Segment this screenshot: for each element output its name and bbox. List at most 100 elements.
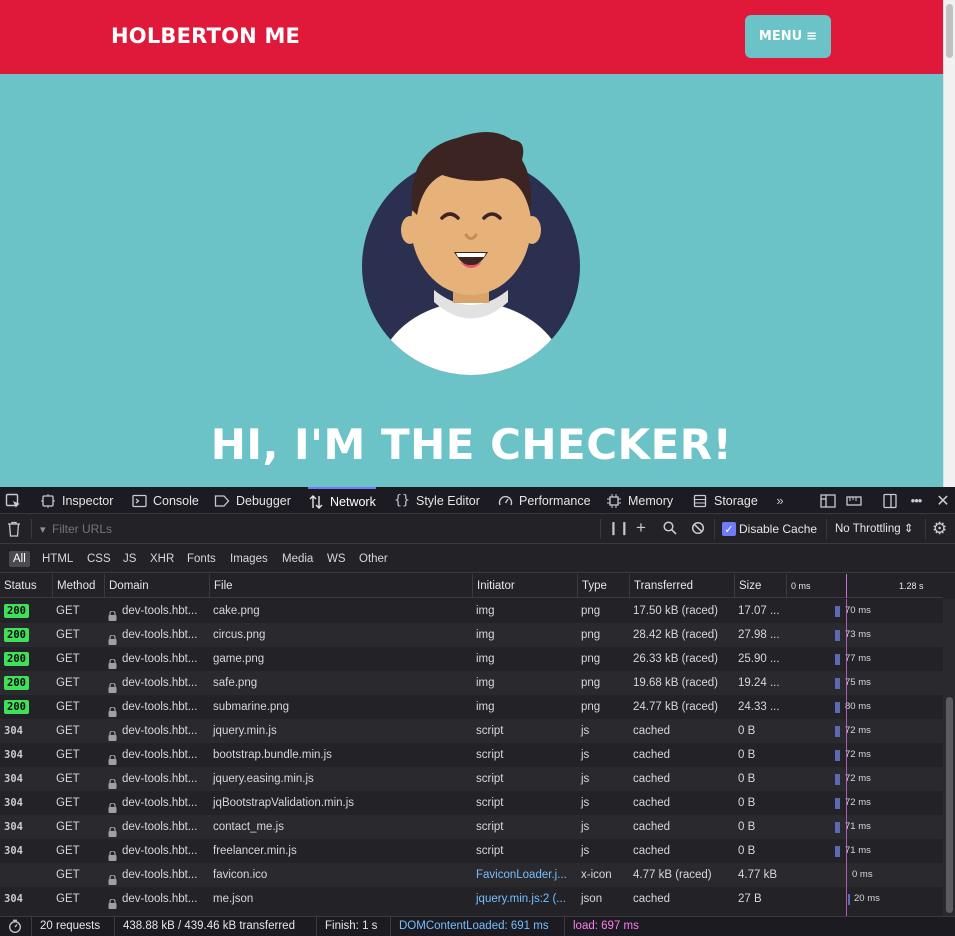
request-row[interactable]: GET dev-tools.hbt... favicon.ico FaviconLoa… bbox=[0, 863, 943, 887]
tab-memory[interactable]: Memory bbox=[606, 487, 673, 514]
request-row[interactable]: 200 GET dev-tools.hbt... circus.png img png 28… bbox=[0, 623, 943, 647]
column-waterfall[interactable]: 0 ms 1.28 s bbox=[786, 574, 943, 598]
request-transferred-text: cached bbox=[633, 725, 671, 737]
request-status: 304 bbox=[0, 743, 52, 767]
tab-network[interactable]: Network bbox=[308, 487, 376, 514]
request-transferred: cached bbox=[629, 791, 734, 815]
request-file: safe.png bbox=[209, 671, 472, 695]
column-transferred[interactable]: Transferred bbox=[629, 574, 693, 598]
type-filter-images[interactable]: Images bbox=[226, 551, 272, 567]
column-size[interactable]: Size bbox=[734, 574, 761, 598]
search-icon[interactable] bbox=[663, 521, 677, 538]
throttling-select[interactable]: No Throttling ⇕ bbox=[835, 521, 913, 535]
summary-transferred: 438.88 kB / 439.46 kB transferred bbox=[114, 917, 295, 936]
ruler-button[interactable] bbox=[846, 487, 862, 514]
tab-style-editor[interactable]: {} Style Editor bbox=[394, 487, 480, 514]
filter-urls-input[interactable] bbox=[52, 520, 592, 538]
request-row[interactable]: 304 GET dev-tools.hbt... bootstrap.bundle.m… bbox=[0, 743, 943, 767]
type-filter-js[interactable]: JS bbox=[119, 551, 140, 567]
column-type[interactable]: Type bbox=[577, 574, 607, 598]
request-initiator-text: script bbox=[476, 725, 504, 737]
tab-console[interactable]: Console bbox=[131, 487, 199, 514]
block-icon[interactable] bbox=[691, 521, 705, 538]
lock-icon bbox=[108, 894, 117, 909]
request-file: bootstrap.bundle.min.js bbox=[209, 743, 472, 767]
request-size-text: 4.77 kB bbox=[738, 869, 777, 881]
dock-button[interactable] bbox=[882, 487, 898, 514]
website-scrollbar[interactable] bbox=[943, 0, 955, 487]
request-type-text: png bbox=[581, 677, 601, 689]
timing-bar bbox=[848, 894, 850, 905]
request-file: jquery.easing.min.js bbox=[209, 767, 472, 791]
style-editor-icon: {} bbox=[394, 493, 410, 508]
dock-side-icon bbox=[883, 493, 897, 508]
type-filter-media[interactable]: Media bbox=[278, 551, 317, 567]
disable-cache-checkbox[interactable]: ✓ bbox=[722, 522, 736, 536]
lock-icon bbox=[108, 870, 117, 885]
request-row[interactable]: 304 GET dev-tools.hbt... jquery.min.js scrip… bbox=[0, 719, 943, 743]
request-domain-text: dev-tools.hbt... bbox=[122, 797, 198, 809]
lock-icon bbox=[108, 798, 117, 813]
type-filter-fonts[interactable]: Fonts bbox=[183, 551, 220, 567]
request-row[interactable]: 304 GET dev-tools.hbt... jquery.easing.min.… bbox=[0, 767, 943, 791]
request-row[interactable]: 200 GET dev-tools.hbt... game.png img png 26.3… bbox=[0, 647, 943, 671]
request-row[interactable]: 200 GET dev-tools.hbt... safe.png img png 19.6… bbox=[0, 671, 943, 695]
tab-inspector[interactable]: Inspector bbox=[40, 487, 113, 514]
request-initiator-text[interactable]: jquery.min.js:2 (... bbox=[476, 893, 566, 905]
request-domain: dev-tools.hbt... bbox=[104, 791, 209, 815]
request-list-scrollbar-thumb[interactable] bbox=[946, 697, 953, 913]
tab-label: Debugger bbox=[236, 493, 291, 508]
column-initiator[interactable]: Initiator bbox=[472, 574, 515, 598]
type-filter-ws[interactable]: WS bbox=[323, 551, 350, 567]
tab-debugger[interactable]: Debugger bbox=[214, 487, 291, 514]
tab-storage[interactable]: Storage bbox=[692, 487, 758, 514]
request-status: 200 bbox=[0, 671, 52, 695]
stopwatch-icon[interactable] bbox=[8, 919, 22, 936]
trash-icon[interactable] bbox=[7, 521, 21, 540]
element-picker-button[interactable] bbox=[5, 487, 21, 514]
column-method[interactable]: Method bbox=[52, 574, 95, 598]
request-row[interactable]: 304 GET dev-tools.hbt... jqBootstrapValidat… bbox=[0, 791, 943, 815]
pause-icon[interactable]: ❙❙ bbox=[608, 520, 630, 536]
responsive-design-button[interactable] bbox=[820, 487, 836, 514]
request-file-text: contact_me.js bbox=[213, 821, 284, 833]
status-badge: 304 bbox=[4, 725, 23, 737]
request-initiator: img bbox=[472, 671, 577, 695]
request-row[interactable]: 200 GET dev-tools.hbt... cake.png img png 17.5… bbox=[0, 599, 943, 623]
status-badge: 200 bbox=[4, 628, 29, 642]
column-domain[interactable]: Domain bbox=[104, 574, 149, 598]
type-filter-html[interactable]: HTML bbox=[38, 551, 77, 567]
request-initiator-text[interactable]: FaviconLoader.j... bbox=[476, 869, 567, 881]
request-file-text: game.png bbox=[213, 653, 265, 665]
type-filter-xhr[interactable]: XHR bbox=[146, 551, 178, 567]
tab-performance[interactable]: Performance bbox=[497, 487, 591, 514]
website-scrollbar-thumb[interactable] bbox=[946, 4, 953, 58]
type-filter-css[interactable]: CSS bbox=[83, 551, 115, 567]
column-status[interactable]: Status bbox=[0, 574, 37, 598]
request-file-text: cake.png bbox=[213, 605, 260, 617]
request-row[interactable]: 200 GET dev-tools.hbt... submarine.png img pn… bbox=[0, 695, 943, 719]
request-type: js bbox=[577, 743, 629, 767]
options-button[interactable]: ••• bbox=[908, 487, 924, 514]
lock-icon bbox=[108, 750, 117, 765]
network-settings-icon[interactable]: ⚙ bbox=[932, 519, 947, 539]
close-devtools-button[interactable]: ✕ bbox=[935, 487, 951, 514]
request-method-text: GET bbox=[56, 653, 80, 665]
request-waterfall: 72 ms bbox=[786, 743, 943, 767]
column-file[interactable]: File bbox=[209, 574, 233, 598]
more-tabs-button[interactable]: » bbox=[772, 487, 788, 514]
site-brand[interactable]: HOLBERTON ME bbox=[111, 24, 300, 48]
menu-button[interactable]: MENU ≡ bbox=[745, 15, 831, 58]
request-transferred: cached bbox=[629, 839, 734, 863]
request-row[interactable]: 304 GET dev-tools.hbt... contact_me.js scrip… bbox=[0, 815, 943, 839]
request-transferred-text: cached bbox=[633, 749, 671, 761]
request-transferred: 28.42 kB (raced) bbox=[629, 623, 734, 647]
request-transferred-text: 17.50 kB (raced) bbox=[633, 605, 719, 617]
request-method: GET bbox=[52, 767, 104, 791]
add-request-icon[interactable]: + bbox=[636, 518, 646, 538]
request-row[interactable]: 304 GET dev-tools.hbt... me.json jquery.min.… bbox=[0, 887, 943, 911]
type-filter-other[interactable]: Other bbox=[355, 551, 392, 567]
type-filter-all[interactable]: All bbox=[9, 551, 30, 567]
request-row[interactable]: 304 GET dev-tools.hbt... freelancer.min.js s… bbox=[0, 839, 943, 863]
chevron-double-right-icon: » bbox=[776, 493, 784, 508]
